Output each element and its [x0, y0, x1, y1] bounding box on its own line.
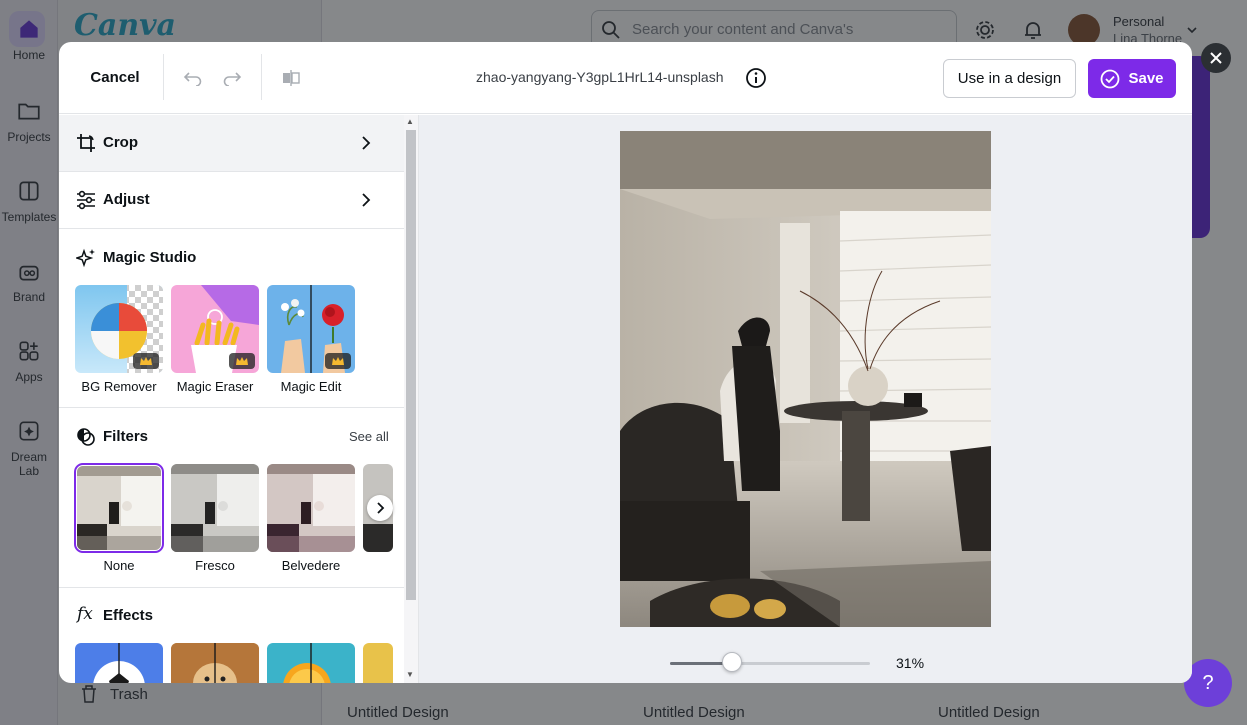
- effects-title: Effects: [103, 607, 154, 624]
- filter-thumbnail: [77, 466, 161, 550]
- filter-fresco-label: Fresco: [195, 558, 235, 573]
- premium-crown-badge: [133, 353, 159, 369]
- bg-remover-label: BG Remover: [81, 379, 157, 394]
- magic-studio-title: Magic Studio: [103, 249, 197, 266]
- magic-edit-tile[interactable]: [267, 285, 355, 373]
- effect-tile[interactable]: [363, 643, 393, 683]
- chevron-right-icon: [362, 136, 371, 150]
- edited-photo[interactable]: [620, 131, 991, 627]
- edit-tools-panel: Crop Adjust Magic Studio BG Remover Magi…: [59, 115, 404, 683]
- save-label: Save: [1128, 70, 1164, 87]
- filters-icon: [77, 428, 95, 446]
- scroll-down-icon[interactable]: ▼: [406, 670, 414, 679]
- crop-row[interactable]: Crop: [59, 115, 404, 172]
- editor-toolbar: Cancel zhao-yangyang-Y3gpL1HrL14-unsplas…: [59, 42, 1192, 114]
- filters-next-button[interactable]: [367, 495, 393, 521]
- crown-icon: [236, 357, 248, 365]
- undo-icon: [183, 72, 202, 86]
- magic-eraser-label: Magic Eraser: [176, 379, 254, 394]
- compare-icon: [283, 70, 300, 86]
- file-name: zhao-yangyang-Y3gpL1HrL14-unsplash: [476, 69, 724, 85]
- crop-icon: [77, 134, 95, 152]
- bg-remover-tile[interactable]: [75, 285, 163, 373]
- premium-crown-badge: [325, 353, 351, 369]
- zoom-percentage: 31%: [896, 655, 925, 671]
- image-canvas: 31%: [419, 115, 1192, 683]
- room-photo: [620, 131, 991, 627]
- filter-thumbnail: [171, 464, 259, 552]
- panel-scrollbar[interactable]: ▲ ▼: [404, 115, 418, 683]
- zoom-slider-knob[interactable]: [722, 652, 742, 672]
- close-modal-button[interactable]: [1201, 43, 1231, 73]
- save-button[interactable]: Save: [1088, 59, 1176, 98]
- see-all-link[interactable]: See all: [349, 429, 389, 444]
- filter-fresco-tile[interactable]: [171, 464, 259, 552]
- filter-none-label: None: [103, 558, 135, 573]
- crown-icon: [140, 357, 152, 365]
- use-in-design-button[interactable]: Use in a design: [943, 59, 1076, 98]
- redo-button[interactable]: [218, 64, 246, 92]
- toolbar-divider: [163, 54, 164, 100]
- effect-tile[interactable]: [267, 643, 355, 683]
- chevron-right-icon: [377, 502, 385, 514]
- magic-sparkle-icon: [76, 248, 95, 268]
- scroll-thumb[interactable]: [406, 130, 416, 600]
- chevron-right-icon: [362, 193, 371, 207]
- section-divider: [59, 407, 404, 408]
- cancel-button[interactable]: Cancel: [79, 60, 151, 96]
- crown-icon: [332, 357, 344, 365]
- soccer-ball-image: [93, 643, 145, 683]
- image-editor-modal: Cancel zhao-yangyang-Y3gpL1HrL14-unsplas…: [59, 42, 1192, 683]
- effect-tile[interactable]: [75, 643, 163, 683]
- filter-belvedere-label: Belvedere: [281, 558, 341, 573]
- adjust-label: Adjust: [103, 191, 150, 208]
- filter-none-tile[interactable]: [74, 463, 164, 553]
- toolbar-divider: [261, 54, 262, 100]
- redo-icon: [223, 72, 242, 86]
- effects-icon: fx: [77, 604, 93, 624]
- effect-tile[interactable]: [171, 643, 259, 683]
- magic-eraser-tile[interactable]: [171, 285, 259, 373]
- check-circle-icon: [1101, 69, 1120, 88]
- adjust-row[interactable]: Adjust: [59, 172, 404, 229]
- dog-image: [171, 643, 259, 683]
- filters-title: Filters: [103, 428, 149, 445]
- compare-button[interactable]: [277, 64, 305, 92]
- sliders-icon: [77, 190, 95, 210]
- section-divider: [59, 587, 404, 588]
- filter-belvedere-tile[interactable]: [267, 464, 355, 552]
- premium-crown-badge: [229, 353, 255, 369]
- close-icon: [1210, 52, 1222, 64]
- undo-button[interactable]: [179, 64, 207, 92]
- scroll-up-icon[interactable]: ▲: [406, 117, 414, 126]
- filter-thumbnail: [267, 464, 355, 552]
- info-icon[interactable]: [745, 67, 767, 89]
- orange-image: [283, 643, 331, 683]
- magic-edit-label: Magic Edit: [280, 379, 342, 394]
- zoom-slider-track[interactable]: [670, 662, 870, 665]
- crop-label: Crop: [103, 134, 138, 151]
